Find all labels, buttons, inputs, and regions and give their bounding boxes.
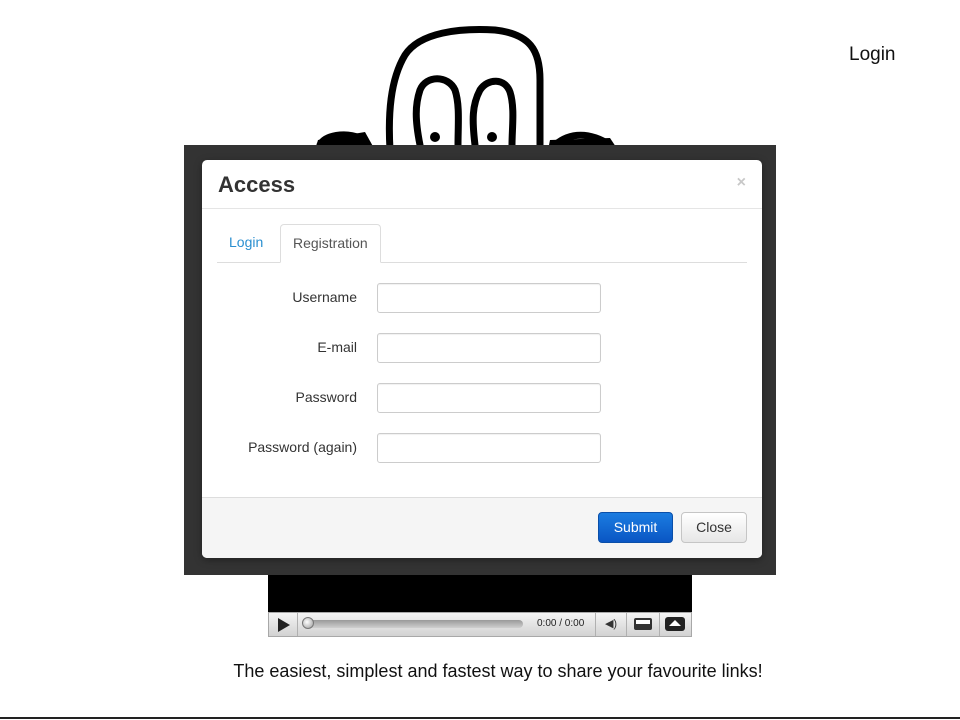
email-label: E-mail (317, 339, 357, 355)
doodle-hand-icon (315, 26, 618, 150)
bottom-divider (0, 717, 960, 719)
access-modal: Access × Login Registration Username E-m… (202, 160, 762, 558)
submit-button[interactable]: Submit (598, 512, 673, 543)
time-readout: 0:00 / 0:00 (537, 618, 585, 629)
tab-login[interactable]: Login (217, 224, 275, 261)
fullscreen-icon-inner (636, 620, 650, 624)
seek-bar[interactable] (302, 617, 523, 629)
password-again-field[interactable] (377, 433, 601, 463)
tab-bar: Login Registration (217, 224, 747, 263)
video-player-bar: 0:00 / 0:00 ◀) (268, 612, 692, 637)
password-again-label: Password (again) (248, 439, 357, 455)
eject-arrow-icon (669, 620, 681, 626)
eject-button[interactable] (659, 613, 691, 636)
video-area[interactable] (268, 575, 692, 612)
modal-header: Access × (202, 160, 762, 209)
password-label: Password (295, 389, 357, 405)
fullscreen-button[interactable] (627, 613, 660, 636)
tab-registration[interactable]: Registration (280, 224, 381, 263)
tagline: The easiest, simplest and fastest way to… (233, 661, 763, 681)
password-field[interactable] (377, 383, 601, 413)
form-row-username: Username (202, 283, 762, 313)
close-button[interactable]: Close (681, 512, 747, 543)
volume-icon: ◀) (604, 618, 618, 630)
volume-button[interactable]: ◀) (595, 613, 627, 636)
form-row-email: E-mail (202, 333, 762, 363)
email-field[interactable] (377, 333, 601, 363)
form-row-password: Password (202, 383, 762, 413)
page: Login Access × Login Registration Userna… (0, 0, 960, 720)
play-button[interactable] (269, 613, 298, 636)
seek-knob-icon[interactable] (302, 617, 314, 629)
username-field[interactable] (377, 283, 601, 313)
username-label: Username (292, 289, 357, 305)
modal-footer: Submit Close (202, 497, 762, 558)
form-row-password-again: Password (again) (202, 433, 762, 463)
top-login-link[interactable]: Login (849, 44, 896, 66)
modal-title: Access (218, 172, 296, 197)
play-icon (278, 618, 290, 632)
close-icon[interactable]: × (737, 174, 746, 192)
